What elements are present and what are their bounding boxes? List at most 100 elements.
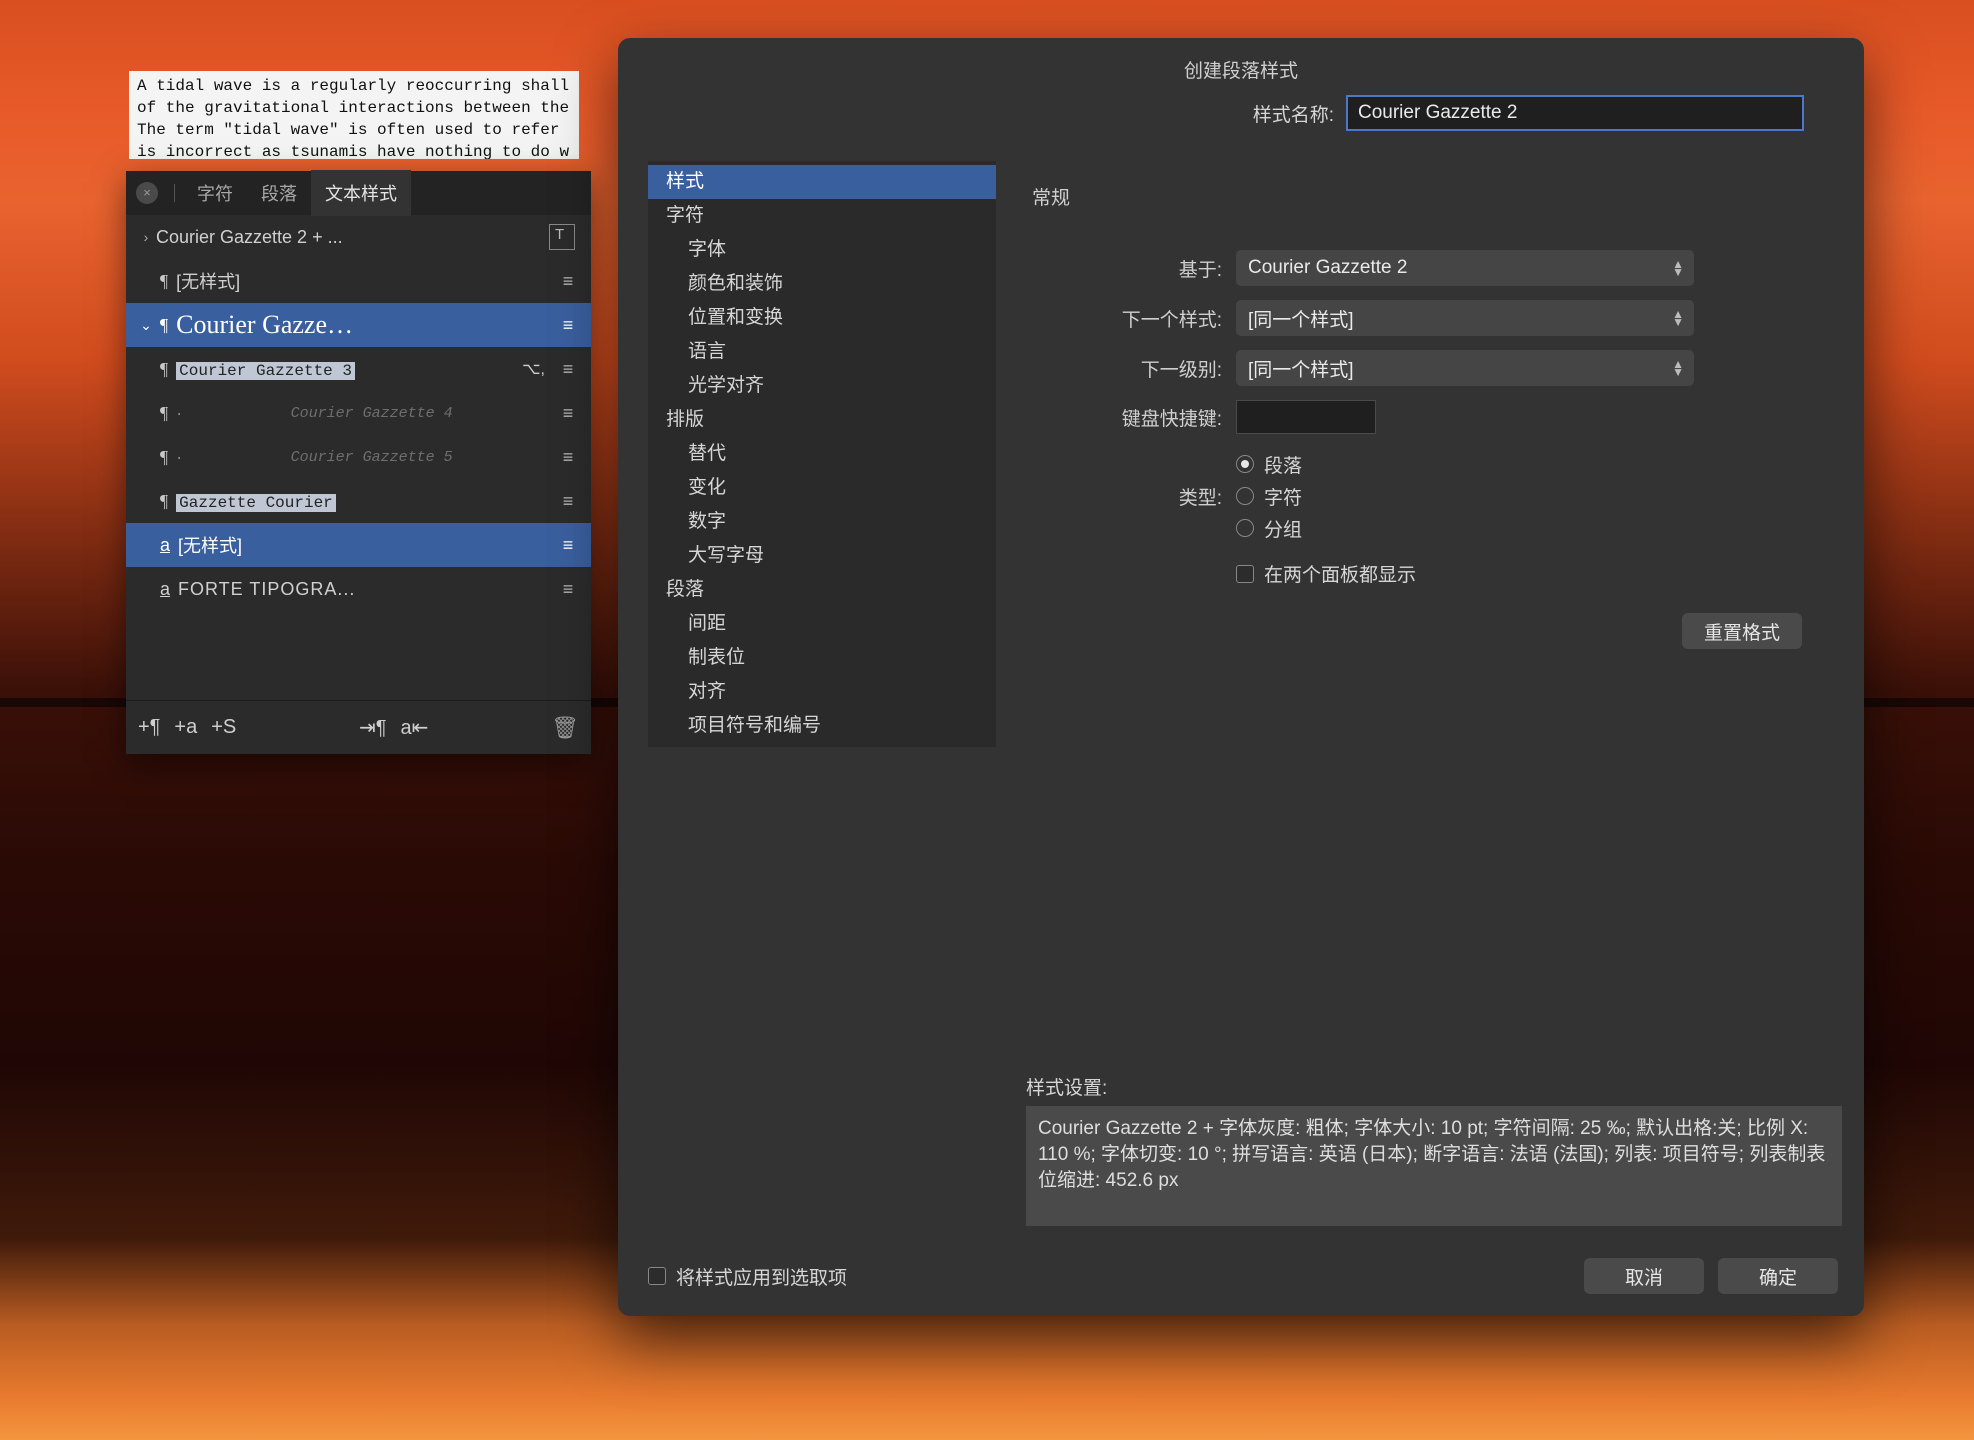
style-row-child[interactable]: ¶ Courier Gazzette 3 ⌥, ≡	[126, 347, 591, 391]
bullet-icon: ·	[176, 403, 188, 424]
style-row-group[interactable]: ⌄ ¶ Courier Gazze… ≡	[126, 303, 591, 347]
menu-icon[interactable]: ≡	[555, 447, 581, 468]
category-item[interactable]: 数字	[648, 505, 996, 539]
menu-icon[interactable]: ≡	[555, 359, 581, 380]
category-item[interactable]: 排版	[648, 403, 996, 437]
category-item[interactable]: 光学对齐	[648, 369, 996, 403]
tab-character[interactable]: 字符	[183, 170, 247, 216]
panel-footer: +¶ +a +S ⇥¶ a⇤ 🗑	[126, 700, 591, 754]
tab-text-styles[interactable]: 文本样式	[311, 170, 411, 216]
category-item[interactable]: 字符	[648, 199, 996, 233]
next-level-select[interactable]: [同一个样式] ▲▼	[1236, 350, 1694, 386]
category-item[interactable]: 对齐	[648, 675, 996, 709]
char-style-icon: a	[160, 579, 170, 600]
style-row-forte[interactable]: a FORTE TIPOGRA... ≡	[126, 567, 591, 611]
shortcut-input[interactable]	[1236, 400, 1376, 434]
ok-button[interactable]: 确定	[1718, 1258, 1838, 1294]
type-radio-paragraph[interactable]: 段落	[1236, 448, 1842, 480]
style-label: Courier Gazzette 4	[188, 405, 555, 422]
create-paragraph-style-dialog: 创建段落样式 样式名称: 样式字符字体颜色和装饰位置和变换语言光学对齐排版替代变…	[618, 38, 1864, 1316]
text-frame-icon[interactable]	[549, 224, 575, 250]
section-general-label: 常规	[1032, 183, 1842, 210]
category-item[interactable]: 变化	[648, 471, 996, 505]
style-name-input[interactable]	[1346, 95, 1804, 131]
select-value: [同一个样式]	[1248, 305, 1354, 332]
menu-icon[interactable]: ≡	[555, 271, 581, 292]
form-area: 常规 基于: Courier Gazzette 2 ▲▼ 下一个样式: [同一个…	[1026, 161, 1842, 1244]
chevron-right-icon: ›	[136, 229, 156, 245]
category-item[interactable]: 大写字母	[648, 539, 996, 573]
based-on-label: 基于:	[1026, 255, 1236, 282]
category-item[interactable]: 间距	[648, 607, 996, 641]
radio-label: 字符	[1264, 483, 1302, 510]
style-settings-text: Courier Gazzette 2 + 字体灰度: 粗体; 字体大小: 10 …	[1026, 1106, 1842, 1226]
style-row-child[interactable]: ¶ Gazzette Courier ≡	[126, 479, 591, 523]
type-label: 类型:	[1026, 483, 1236, 510]
rename-style-button[interactable]: ⇥¶	[359, 715, 387, 740]
duplicate-style-button[interactable]: a⇤	[400, 715, 428, 740]
caret-icon: ▲▼	[1672, 260, 1684, 276]
style-label: Courier Gazzette 5	[188, 449, 555, 466]
next-style-label: 下一个样式:	[1026, 305, 1236, 332]
category-item[interactable]: 语言	[648, 335, 996, 369]
style-settings-label: 样式设置:	[1026, 1057, 1842, 1100]
tab-paragraph[interactable]: 段落	[247, 170, 311, 216]
menu-icon[interactable]: ≡	[555, 403, 581, 424]
menu-icon[interactable]: ≡	[555, 535, 581, 556]
category-item[interactable]: 制表位	[648, 641, 996, 675]
document-text: A tidal wave is a regularly reoccurring …	[129, 71, 579, 159]
dialog-title: 创建段落样式	[618, 38, 1864, 95]
style-row-no-style-para[interactable]: ¶ [无样式] ≡	[126, 259, 591, 303]
style-row-child[interactable]: ¶ · Courier Gazzette 4 ≡	[126, 391, 591, 435]
cancel-button[interactable]: 取消	[1584, 1258, 1704, 1294]
apply-to-selection-checkbox[interactable]	[648, 1267, 666, 1285]
type-radio-group[interactable]: 分组	[1236, 512, 1842, 544]
radio-icon	[1236, 455, 1254, 473]
category-item[interactable]: 样式	[648, 165, 996, 199]
category-item[interactable]: 替代	[648, 437, 996, 471]
select-value: [同一个样式]	[1248, 355, 1354, 382]
style-label: [无样式]	[178, 532, 555, 558]
style-label: FORTE TIPOGRA...	[178, 579, 555, 600]
pilcrow-icon: ¶	[160, 315, 168, 336]
style-label: Courier Gazzette 2 + ...	[156, 227, 549, 248]
category-item[interactable]: 颜色和装饰	[648, 267, 996, 301]
radio-icon	[1236, 519, 1254, 537]
category-item[interactable]: 位置和变换	[648, 301, 996, 335]
category-item[interactable]: 字体	[648, 233, 996, 267]
style-row-current[interactable]: › Courier Gazzette 2 + ...	[126, 215, 591, 259]
style-row-no-style-char[interactable]: a [无样式] ≡	[126, 523, 591, 567]
add-style-button[interactable]: +S	[211, 716, 236, 739]
style-row-child[interactable]: ¶ · Courier Gazzette 5 ≡	[126, 435, 591, 479]
menu-icon[interactable]: ≡	[555, 579, 581, 600]
show-both-panels-label: 在两个面板都显示	[1264, 560, 1416, 587]
category-item[interactable]: 段落	[648, 573, 996, 607]
next-style-select[interactable]: [同一个样式] ▲▼	[1236, 300, 1694, 336]
shortcut-label: 键盘快捷键:	[1026, 404, 1236, 431]
pilcrow-icon: ¶	[160, 447, 168, 468]
radio-label: 段落	[1264, 451, 1302, 478]
keyboard-shortcut: ⌥,	[522, 359, 545, 379]
add-paragraph-style-button[interactable]: +¶	[138, 716, 160, 739]
radio-icon	[1236, 487, 1254, 505]
panel-tabs: × 字符 段落 文本样式	[126, 171, 591, 215]
type-radio-character[interactable]: 字符	[1236, 480, 1842, 512]
chevron-down-icon[interactable]: ⌄	[136, 317, 156, 334]
reset-format-button[interactable]: 重置格式	[1682, 613, 1802, 649]
menu-icon[interactable]: ≡	[555, 315, 581, 336]
trash-icon[interactable]: 🗑	[551, 715, 579, 741]
apply-to-selection-label: 将样式应用到选取项	[676, 1263, 847, 1290]
bullet-icon: ·	[176, 447, 188, 468]
menu-icon[interactable]: ≡	[555, 491, 581, 512]
show-both-panels-checkbox[interactable]	[1236, 565, 1254, 583]
style-label: Courier Gazze…	[176, 310, 555, 340]
divider	[174, 184, 175, 202]
next-level-label: 下一级别:	[1026, 355, 1236, 382]
close-icon[interactable]: ×	[136, 182, 158, 204]
dialog-footer: 将样式应用到选取项 取消 确定	[618, 1244, 1864, 1316]
category-item[interactable]: 项目符号和编号	[648, 709, 996, 743]
pilcrow-icon: ¶	[160, 491, 168, 512]
add-character-style-button[interactable]: +a	[174, 716, 197, 739]
based-on-select[interactable]: Courier Gazzette 2 ▲▼	[1236, 250, 1694, 286]
caret-icon: ▲▼	[1672, 310, 1684, 326]
